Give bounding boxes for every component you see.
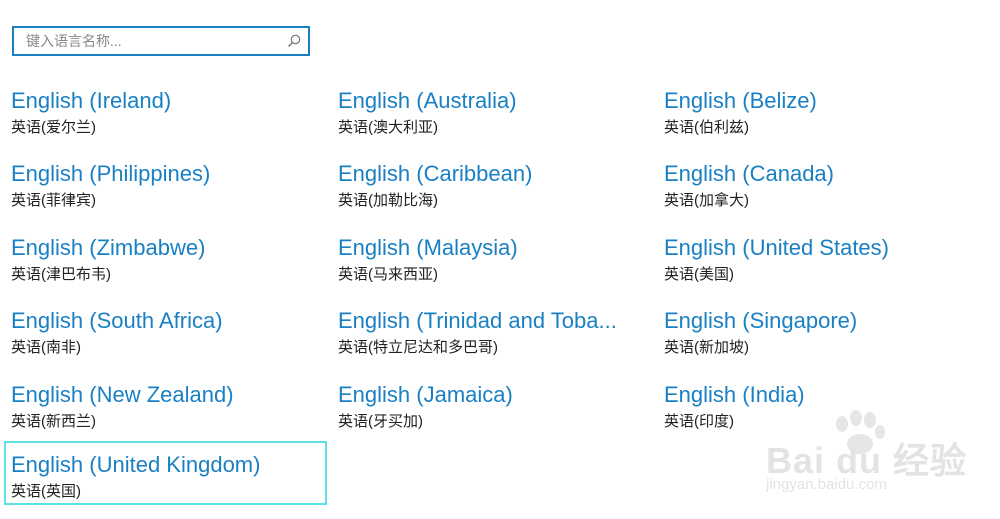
- language-name: English (Ireland): [11, 88, 172, 113]
- language-native-name: 英语(英国): [11, 483, 81, 500]
- language-native-name: 英语(南非): [11, 339, 81, 356]
- language-picker-page: English (Ireland) 英语(爱尔兰) English (Austr…: [0, 0, 1000, 519]
- language-name: English (Canada): [664, 161, 834, 186]
- language-name: English (Australia): [338, 88, 517, 113]
- language-item-trinidad-and-tobago[interactable]: English (Trinidad and Toba... 英语(特立尼达和多巴…: [327, 300, 645, 362]
- language-name: English (Belize): [664, 88, 817, 113]
- language-item-singapore[interactable]: English (Singapore) 英语(新加坡): [653, 300, 971, 362]
- language-item-united-states[interactable]: English (United States) 英语(美国): [653, 227, 971, 289]
- language-name: English (Trinidad and Toba...: [338, 308, 617, 333]
- language-name: English (United States): [664, 235, 889, 260]
- language-native-name: 英语(马来西亚): [338, 266, 438, 283]
- language-name: English (India): [664, 382, 805, 407]
- language-name: English (Philippines): [11, 161, 211, 186]
- language-native-name: 英语(爱尔兰): [11, 119, 96, 136]
- language-name: English (Jamaica): [338, 382, 513, 407]
- language-native-name: 英语(伯利兹): [664, 119, 749, 136]
- language-name: English (New Zealand): [11, 382, 234, 407]
- language-native-name: 英语(特立尼达和多巴哥): [338, 339, 498, 356]
- language-native-name: 英语(澳大利亚): [338, 119, 438, 136]
- language-name: English (Zimbabwe): [11, 235, 206, 260]
- language-item-malaysia[interactable]: English (Malaysia) 英语(马来西亚): [327, 227, 645, 289]
- language-item-philippines[interactable]: English (Philippines) 英语(菲律宾): [0, 153, 318, 215]
- language-item-new-zealand[interactable]: English (New Zealand) 英语(新西兰): [0, 374, 318, 436]
- language-item-south-africa[interactable]: English (South Africa) 英语(南非): [0, 300, 318, 362]
- language-name: English (Singapore): [664, 308, 858, 333]
- language-native-name: 英语(新加坡): [664, 339, 749, 356]
- language-item-caribbean[interactable]: English (Caribbean) 英语(加勒比海): [327, 153, 645, 215]
- language-name: English (Caribbean): [338, 161, 533, 186]
- language-item-zimbabwe[interactable]: English (Zimbabwe) 英语(津巴布韦): [0, 227, 318, 289]
- language-item-ireland[interactable]: English (Ireland) 英语(爱尔兰): [0, 80, 318, 142]
- language-native-name: 英语(新西兰): [11, 413, 96, 430]
- language-native-name: 英语(津巴布韦): [11, 266, 111, 283]
- language-native-name: 英语(菲律宾): [11, 192, 96, 209]
- language-item-united-kingdom[interactable]: English (United Kingdom) 英语(英国): [4, 441, 327, 505]
- language-item-india[interactable]: English (India) 英语(印度): [653, 374, 971, 436]
- language-item-canada[interactable]: English (Canada) 英语(加拿大): [653, 153, 971, 215]
- language-grid: English (Ireland) 英语(爱尔兰) English (Austr…: [0, 0, 1000, 519]
- language-item-jamaica[interactable]: English (Jamaica) 英语(牙买加): [327, 374, 645, 436]
- language-item-australia[interactable]: English (Australia) 英语(澳大利亚): [327, 80, 645, 142]
- language-native-name: 英语(加拿大): [664, 192, 749, 209]
- language-name: English (Malaysia): [338, 235, 518, 260]
- language-item-belize[interactable]: English (Belize) 英语(伯利兹): [653, 80, 971, 142]
- language-native-name: 英语(牙买加): [338, 413, 423, 430]
- language-native-name: 英语(美国): [664, 266, 734, 283]
- language-native-name: 英语(印度): [664, 413, 734, 430]
- language-name: English (United Kingdom): [11, 452, 261, 477]
- language-name: English (South Africa): [11, 308, 223, 333]
- language-native-name: 英语(加勒比海): [338, 192, 438, 209]
